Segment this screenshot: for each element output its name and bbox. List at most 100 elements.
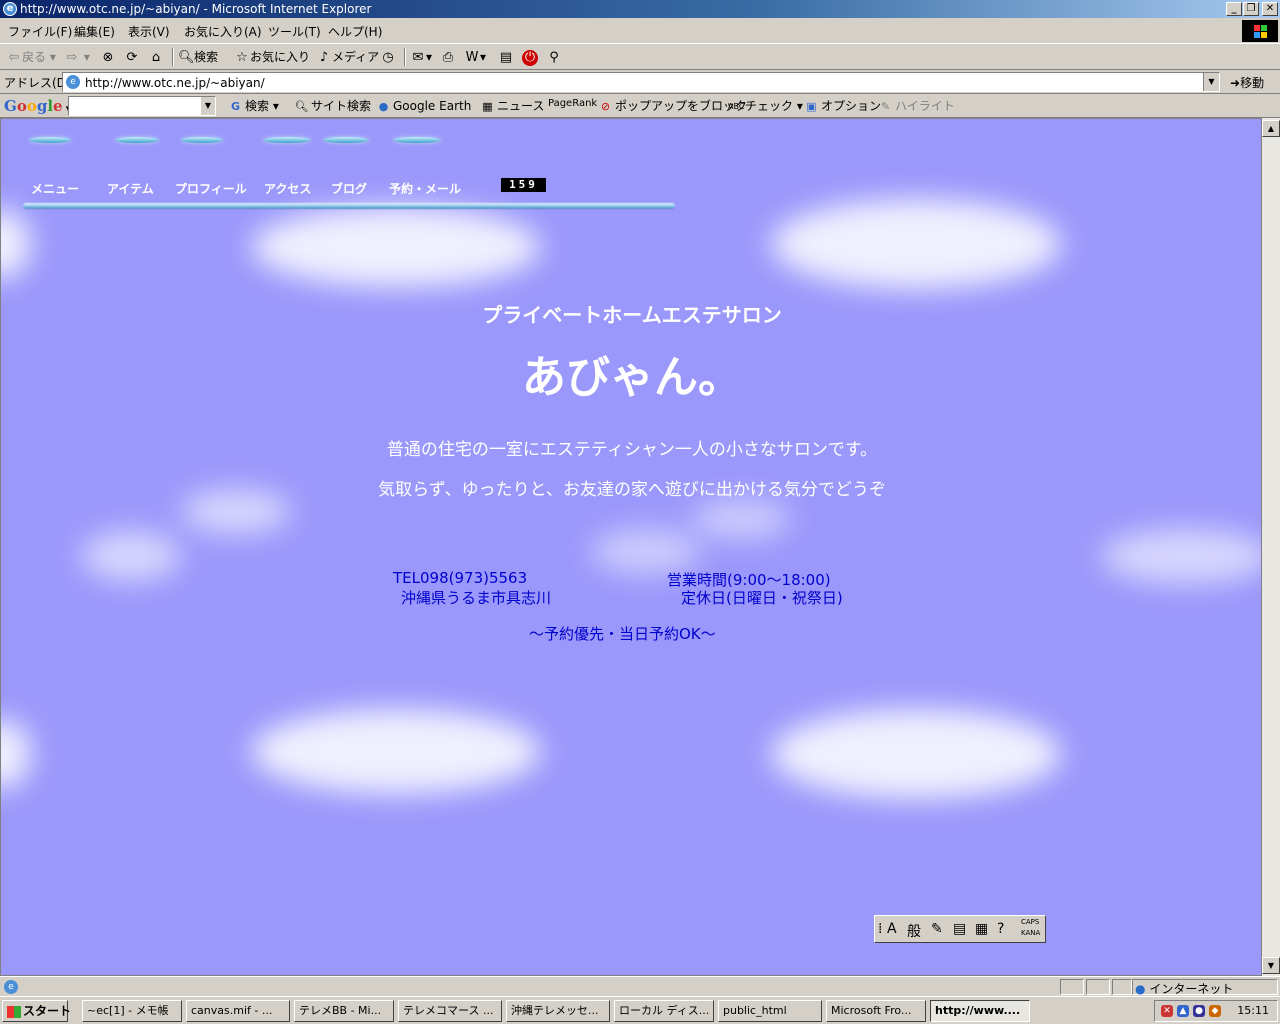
reservation-note: 〜予約優先・当日予約OK〜 xyxy=(529,625,716,643)
ime-help-icon[interactable]: ? xyxy=(997,921,1004,937)
ime-tools-icon[interactable]: ▦ xyxy=(975,921,988,937)
taskbar-item-okinawa-telemesse[interactable]: 沖縄テレメッセ... xyxy=(506,1000,610,1022)
windows-logo-icon xyxy=(1242,20,1278,42)
nav-divider xyxy=(23,203,675,209)
nav-menu-link[interactable]: メニュー xyxy=(31,180,79,197)
status-bar: e ● インターネット xyxy=(0,976,1280,996)
nav-logo-menu[interactable] xyxy=(29,137,71,143)
scroll-down-button[interactable]: ▼ xyxy=(1262,957,1280,974)
media-button[interactable]: ♪ メディア xyxy=(316,48,379,66)
spellcheck-icon: ABC xyxy=(728,102,745,111)
salon-subtitle: プライベートホームエステサロン xyxy=(482,303,782,327)
tray-security-icon[interactable]: ✕ xyxy=(1161,1005,1173,1017)
refresh-button[interactable]: ⟳ xyxy=(124,48,140,66)
edit-button[interactable]: W ▾ xyxy=(464,48,486,66)
google-search-input[interactable]: ▼ xyxy=(68,96,216,116)
taskbar-item-ie[interactable]: http://www.... xyxy=(930,1000,1030,1022)
cloud-decoration xyxy=(81,531,181,581)
nav-logo-reserve[interactable] xyxy=(393,137,441,143)
nav-access-link[interactable]: アクセス xyxy=(264,180,311,197)
cloud-decoration xyxy=(591,529,701,574)
stop-button[interactable]: ⊗ xyxy=(100,48,116,66)
tray-shield-icon[interactable]: ◆ xyxy=(1209,1005,1221,1017)
taskbar-item-teleme-bb[interactable]: テレメBB - Mi... xyxy=(294,1000,394,1022)
window-title: http://www.otc.ne.jp/~abiyan/ - Microsof… xyxy=(20,2,372,16)
ime-pad-icon[interactable]: ✎ xyxy=(931,921,943,937)
google-earth-button[interactable]: ● Google Earth xyxy=(376,98,472,114)
ime-handle-icon[interactable]: ⁞ xyxy=(878,921,882,937)
menu-favorites[interactable]: お気に入り(A) xyxy=(184,23,262,40)
history-button[interactable]: ◷ xyxy=(380,48,396,66)
start-button[interactable]: スタート xyxy=(2,1000,71,1022)
menu-tools[interactable]: ツール(T) xyxy=(268,23,321,40)
ime-conversion-mode[interactable]: 般 xyxy=(907,921,921,941)
nav-logo-blog[interactable] xyxy=(323,137,369,143)
go-button[interactable]: ➜移動 xyxy=(1230,74,1264,91)
vertical-scrollbar[interactable]: ▲ ▼ xyxy=(1262,118,1280,976)
ie-icon[interactable]: e xyxy=(3,2,17,16)
nav-blog-link[interactable]: ブログ xyxy=(331,180,367,197)
address-url[interactable]: http://www.otc.ne.jp/~abiyan/ xyxy=(85,76,265,90)
taskbar-item-canvas[interactable]: canvas.mif - ... xyxy=(186,1000,290,1022)
popup-blocker-button[interactable]: ⊘ ポップアップをブロック xyxy=(598,98,747,114)
pagerank-indicator[interactable]: PageRank xyxy=(548,96,597,112)
options-button[interactable]: ▣ オプション xyxy=(804,98,881,114)
address-input[interactable]: e http://www.otc.ne.jp/~abiyan/ ▼ xyxy=(62,72,1220,92)
home-button[interactable]: ⌂ xyxy=(148,48,164,66)
news-icon: ▦ xyxy=(482,100,493,113)
messenger-button[interactable]: ⏻ xyxy=(522,48,538,66)
menu-edit[interactable]: 編集(E) xyxy=(74,23,115,40)
mail-button[interactable]: ✉ ▾ xyxy=(410,48,432,66)
access-counter: 159 xyxy=(501,178,546,192)
status-cell xyxy=(1060,979,1084,995)
search-button[interactable]: 🔍︎検索 xyxy=(178,48,218,66)
tray-network-icon[interactable]: ▲ xyxy=(1177,1005,1189,1017)
cloud-decoration xyxy=(771,709,1061,799)
options-icon: ▣ xyxy=(806,100,817,113)
minimize-button[interactable]: _ xyxy=(1226,2,1242,16)
ime-dictionary-icon[interactable]: ▤ xyxy=(953,921,966,937)
popup-block-icon: ⊘ xyxy=(600,100,611,113)
ime-input-mode-icon[interactable]: A xyxy=(887,921,897,937)
back-button[interactable]: ⇦ 戻る ▾ xyxy=(6,48,56,66)
power-icon: ⏻ xyxy=(522,49,538,66)
highlight-button[interactable]: ✎ ハイライト xyxy=(878,98,955,114)
taskbar-item-public-html[interactable]: public_html xyxy=(718,1000,822,1022)
close-button[interactable]: ✕ xyxy=(1262,2,1278,16)
google-toolbar: Google ▾ ▼ G 検索 ▾ 🔍︎ サイト検索 ● Google Earth ▦… xyxy=(0,94,1280,118)
menu-view[interactable]: 表示(V) xyxy=(128,23,170,40)
google-search-button[interactable]: G 検索 ▾ xyxy=(228,98,279,114)
menu-help[interactable]: ヘルプ(H) xyxy=(328,23,382,40)
spell-check-button[interactable]: ABCチェック ▾ xyxy=(728,98,803,114)
scroll-up-button[interactable]: ▲ xyxy=(1262,120,1280,137)
google-logo[interactable]: Google ▾ xyxy=(4,97,70,115)
mail-icon: ✉ xyxy=(412,49,424,65)
nav-reserve-link[interactable]: 予約・メール xyxy=(389,180,461,197)
discuss-button[interactable]: ▤ xyxy=(498,48,514,66)
google-search-dropdown[interactable]: ▼ xyxy=(201,97,215,115)
nav-item-link[interactable]: アイテム xyxy=(107,180,154,197)
forward-button[interactable]: ⇨ ▾ xyxy=(64,48,90,66)
tray-app-icon[interactable]: ● xyxy=(1193,1005,1205,1017)
forward-arrow-icon: ⇨ xyxy=(66,49,78,65)
cloud-decoration xyxy=(251,207,541,287)
taskbar-item-notepad[interactable]: ~ec[1] - メモ帳 xyxy=(82,1000,182,1022)
favorites-button[interactable]: ☆ お気に入り xyxy=(234,48,310,66)
taskbar-item-frontpage[interactable]: Microsoft Fro... xyxy=(826,1000,926,1022)
nav-logo-item[interactable] xyxy=(115,137,159,143)
refresh-icon: ⟳ xyxy=(126,49,138,65)
nav-logo-access[interactable] xyxy=(263,137,311,143)
nav-logo-profile[interactable] xyxy=(181,137,223,143)
research-button[interactable]: ⚲ xyxy=(546,48,562,66)
taskbar-item-local-disk[interactable]: ローカル ディス... xyxy=(614,1000,714,1022)
print-button[interactable]: ⎙ xyxy=(440,48,456,66)
nav-profile-link[interactable]: プロフィール xyxy=(175,180,247,197)
site-search-button[interactable]: 🔍︎ サイト検索 xyxy=(294,98,372,114)
news-button[interactable]: ▦ ニュース xyxy=(480,98,544,114)
address-dropdown[interactable]: ▼ xyxy=(1203,73,1219,91)
ime-language-bar[interactable]: ⁞ A 般 ✎ ▤ ▦ ? CAPS KANA xyxy=(874,915,1046,943)
restore-button[interactable]: ❐ xyxy=(1243,2,1259,16)
taskbar-item-teleme-commerce[interactable]: テレメコマース ... xyxy=(398,1000,502,1022)
menu-file[interactable]: ファイル(F) xyxy=(8,23,72,40)
go-arrow-icon: ➜ xyxy=(1230,76,1241,90)
